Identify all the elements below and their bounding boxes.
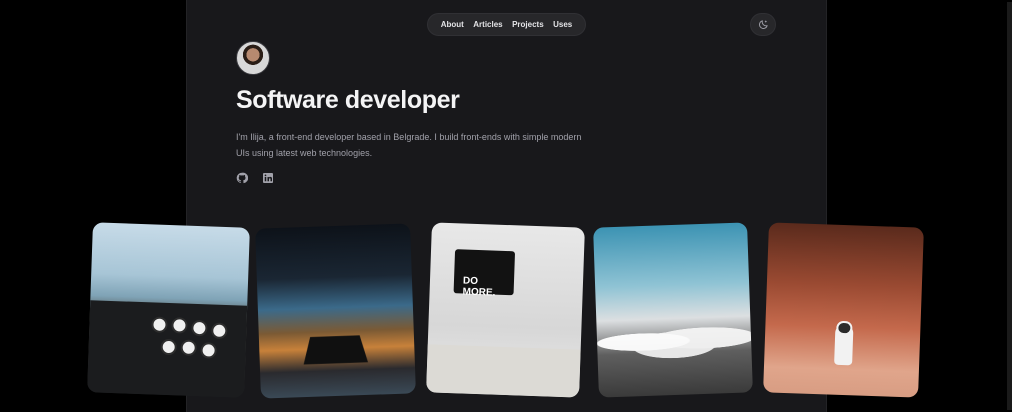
photo-clouds [593, 222, 753, 398]
photo-cockpit [87, 222, 250, 398]
moon-icon [758, 20, 768, 29]
photo-desk: DO MORE. [426, 222, 585, 398]
github-icon[interactable] [236, 172, 248, 184]
nav-item-about[interactable]: About [441, 20, 464, 29]
scrollbar-thumb[interactable] [1007, 2, 1012, 410]
cockpit-dashboard [87, 300, 248, 398]
social-links [236, 172, 274, 184]
page-title: Software developer [236, 86, 460, 114]
nav-item-uses[interactable]: Uses [553, 20, 572, 29]
top-nav: About Articles Projects Uses [427, 13, 586, 36]
linkedin-icon[interactable] [262, 172, 274, 184]
photo-conference [255, 223, 416, 399]
scrollbar[interactable] [1007, 0, 1012, 412]
desk-surface [426, 344, 581, 398]
nav-item-projects[interactable]: Projects [512, 20, 544, 29]
intro-text: I'm Ilija, a front-end developer based i… [236, 132, 582, 158]
cloud-layer [596, 318, 752, 364]
theme-toggle-button[interactable] [750, 13, 776, 36]
photo-astronaut [763, 222, 924, 398]
conference-stage [303, 335, 369, 365]
astronaut-helmet [836, 320, 853, 336]
avatar [236, 41, 270, 75]
monitor-text: DO MORE. [462, 275, 496, 299]
nav-item-articles[interactable]: Articles [473, 20, 502, 29]
